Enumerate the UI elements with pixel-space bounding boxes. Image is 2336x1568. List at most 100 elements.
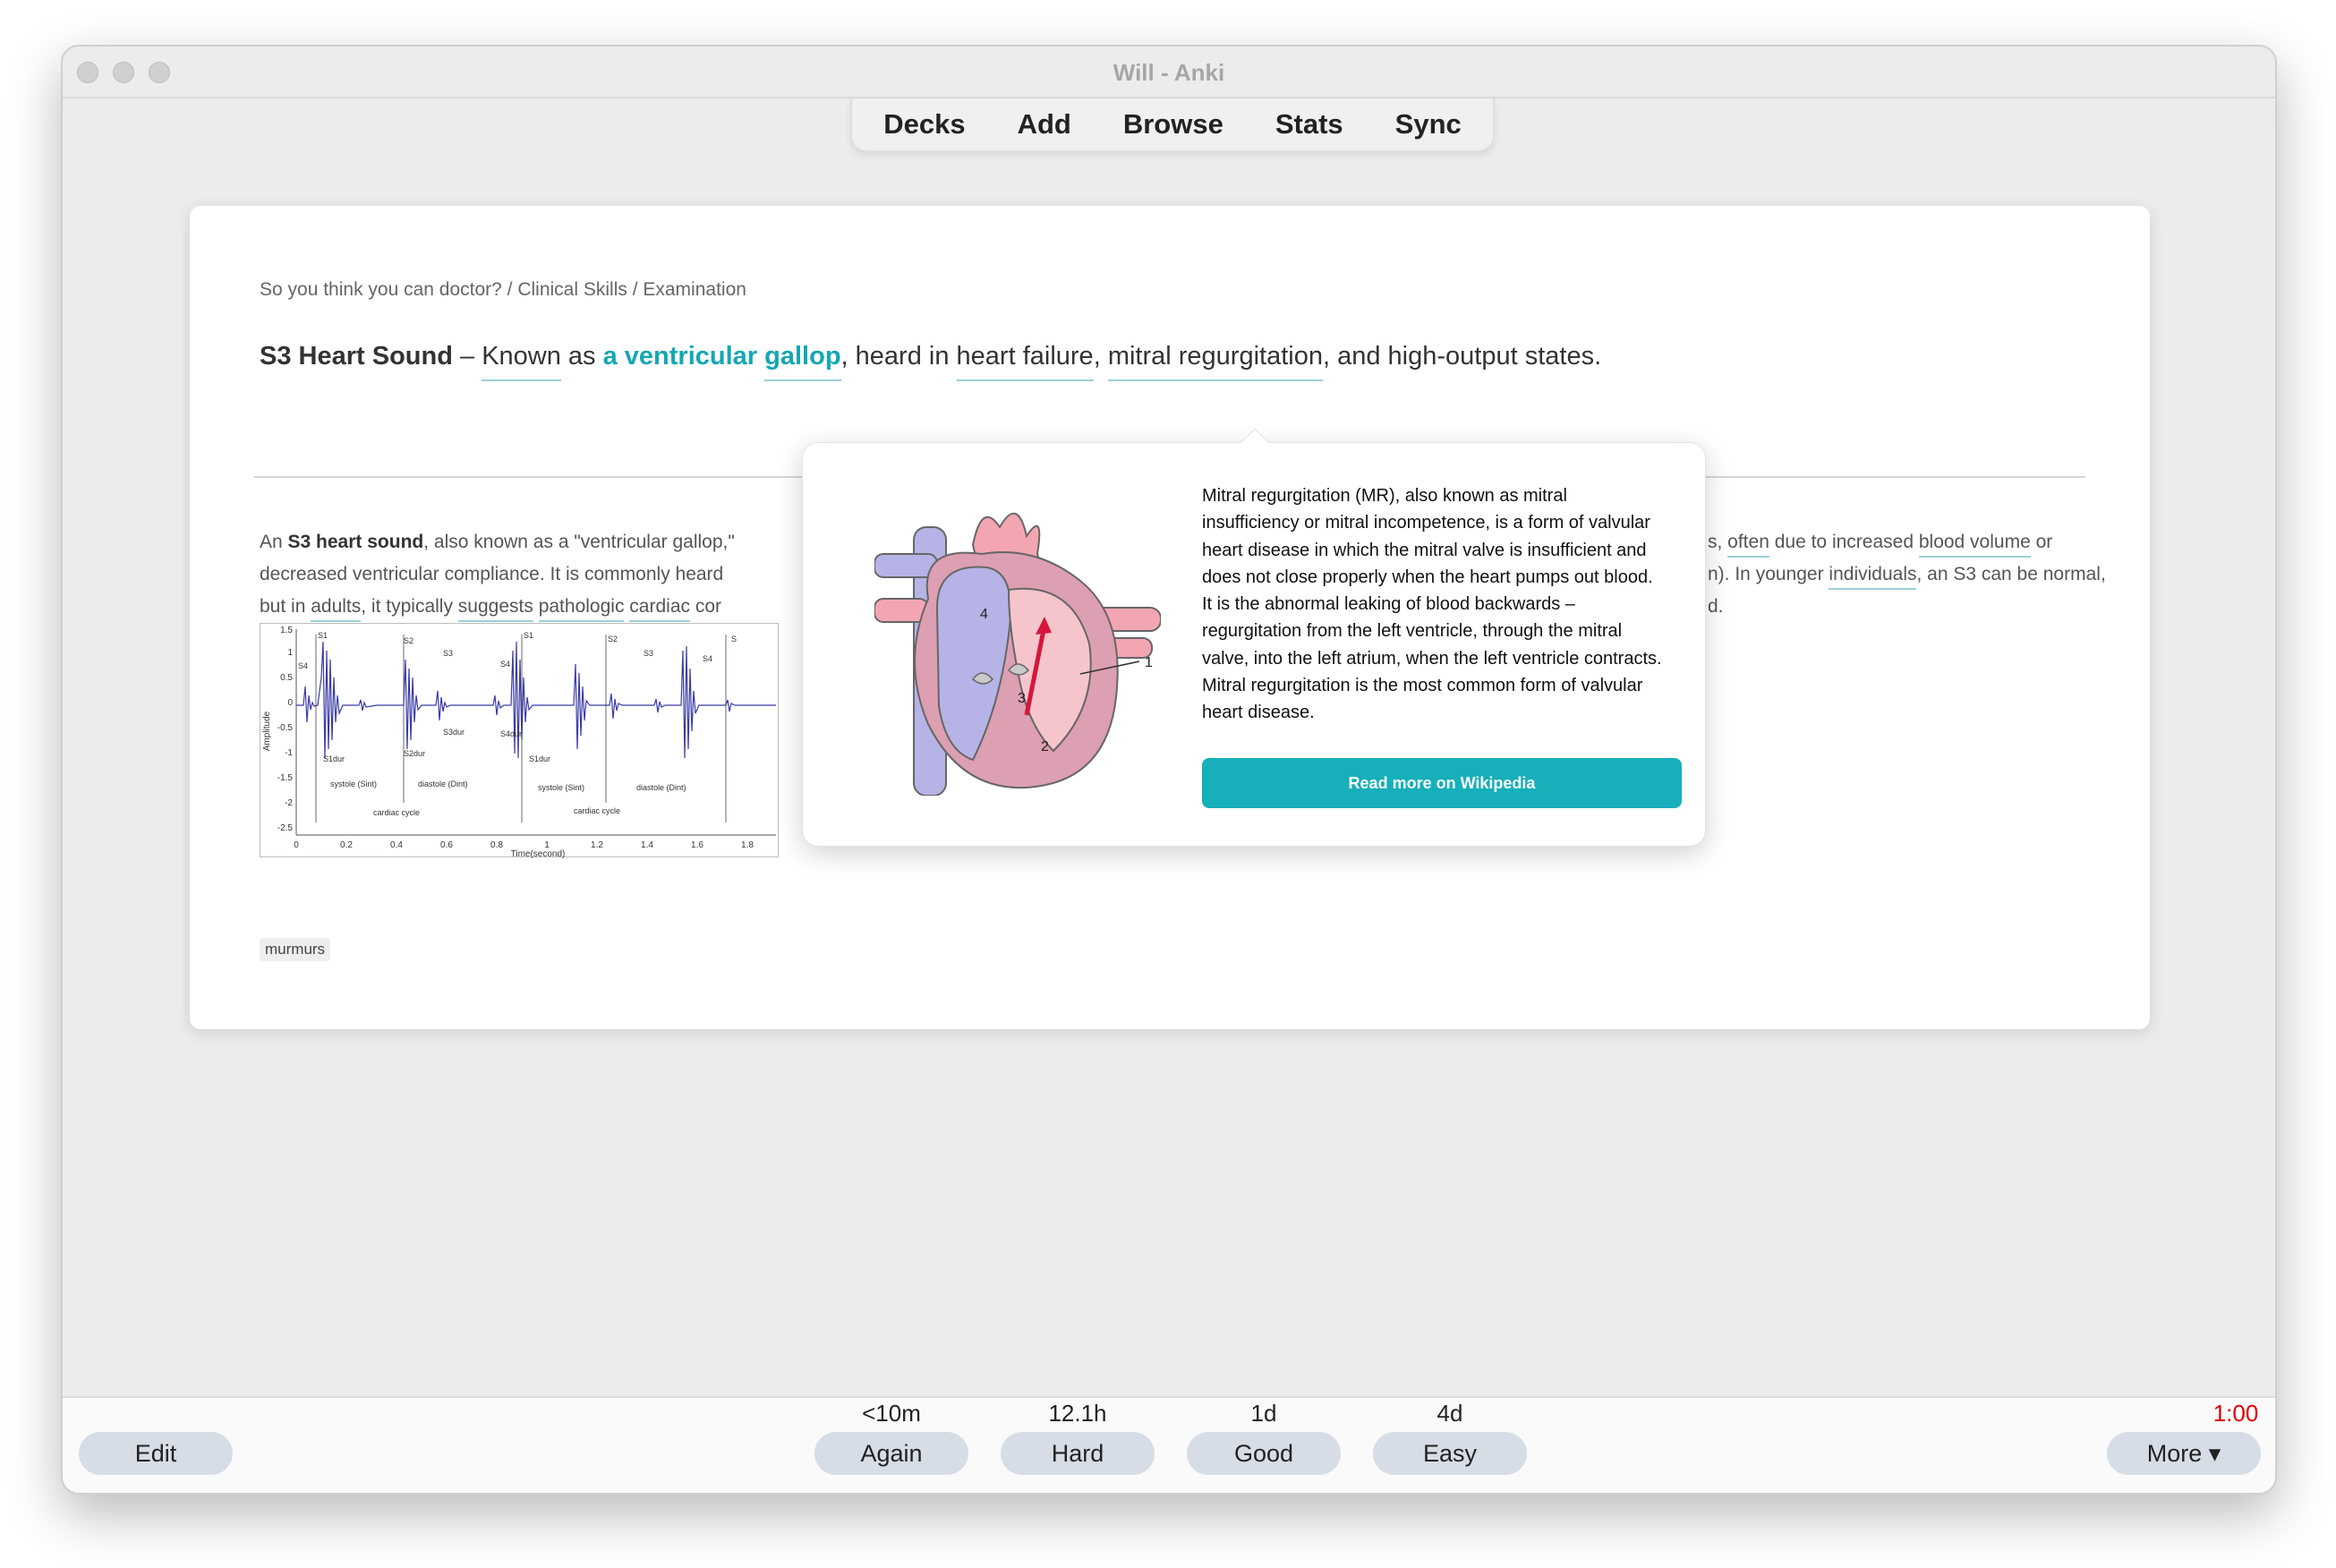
front-text: , and high-output states. [1322, 342, 1602, 371]
toolbar-browse[interactable]: Browse [1123, 108, 1223, 141]
x-tick: 0.6 [440, 840, 453, 850]
window-title: Will - Anki [1113, 59, 1225, 86]
easy-button[interactable]: Easy [1373, 1432, 1527, 1475]
highlight-ventricular: a ventricular [602, 342, 758, 371]
back-text: but in [260, 596, 311, 617]
link-pathologic[interactable]: pathologic [538, 596, 625, 622]
annot-label: S2dur [404, 749, 425, 758]
annot-label: diastole (Dint) [636, 783, 686, 792]
link-suggests[interactable]: suggests [457, 596, 533, 622]
link-heart-failure[interactable]: heart failure [956, 342, 1094, 381]
back-text: s, [1708, 532, 1728, 552]
diagram-label: 3 [1018, 691, 1026, 706]
anki-window: Will - Anki Decks Add Browse Stats Sync … [61, 45, 2277, 1495]
back-text: , an S3 can be normal, [1916, 564, 2106, 584]
back-text: due to increased [1769, 532, 1919, 552]
again-button[interactable]: Again [814, 1432, 968, 1475]
heart-diagram: 1 2 3 4 [874, 491, 1162, 797]
diagram-label: 2 [1041, 739, 1049, 754]
back-text: , it typically [361, 596, 458, 617]
back-paragraph-right: s, often due to increased blood volume o… [1708, 526, 2106, 623]
back-text: decreased ventricular compliance. It is … [260, 564, 724, 584]
annot-label: S4 [500, 660, 510, 669]
link-known[interactable]: Known [482, 342, 561, 381]
x-tick: 1.2 [591, 840, 603, 850]
toolbar-add[interactable]: Add [1018, 108, 1071, 141]
diagram-label: 1 [1145, 655, 1153, 670]
x-tick: 1.4 [641, 840, 653, 850]
hard-button[interactable]: Hard [1001, 1432, 1155, 1475]
annot-label: S4 [298, 661, 308, 670]
x-tick: 0 [294, 840, 299, 850]
y-tick: 1 [287, 648, 293, 658]
link-individuals[interactable]: individuals [1829, 564, 1917, 590]
annot-label: S1 [318, 631, 328, 640]
x-tick: 1.8 [741, 840, 754, 850]
annot-label: S1dur [323, 754, 345, 763]
back-text: , also known as a "ventricular gallop," [423, 532, 735, 552]
good-button[interactable]: Good [1187, 1432, 1341, 1475]
annot-label: systole (Sint) [330, 780, 377, 788]
y-tick: -2.5 [277, 823, 294, 833]
y-tick: -0.5 [277, 723, 294, 733]
main-toolbar: Decks Add Browse Stats Sync [850, 98, 1495, 152]
back-text: or [2030, 532, 2053, 552]
annot-label: S3 [644, 649, 653, 658]
back-text: n). In younger [1708, 564, 1829, 584]
review-bottom-bar: Edit <10m Again 12.1h Hard 1d Good 4d Ea… [63, 1396, 2275, 1493]
toolbar-stats[interactable]: Stats [1275, 108, 1343, 141]
review-timer: 1:00 [2212, 1400, 2259, 1427]
annot-label: S2 [608, 635, 618, 643]
again-due: <10m [862, 1400, 921, 1427]
y-tick: 0.5 [280, 673, 293, 683]
annot-label: S2 [404, 636, 413, 645]
annot-label: S4 [703, 654, 712, 663]
annot-label: S1dur [529, 754, 550, 763]
easy-due: 4d [1437, 1400, 1463, 1427]
back-text: An [260, 532, 288, 552]
annot-label: S4dur [500, 729, 522, 738]
title-bar: Will - Anki [63, 47, 2275, 98]
x-axis-label: Time(second) [511, 849, 566, 858]
link-cardiac[interactable]: cardiac [629, 596, 690, 622]
front-text: , heard in [840, 342, 957, 371]
y-tick: -1.5 [277, 773, 294, 783]
edit-button[interactable]: Edit [79, 1432, 233, 1475]
annot-label: cardiac cycle [574, 806, 620, 815]
good-due: 1d [1250, 1400, 1277, 1427]
read-more-wikipedia-button[interactable]: Read more on Wikipedia [1202, 758, 1682, 808]
annot-label: diastole (Dint) [418, 780, 468, 788]
front-text: , [1093, 342, 1108, 371]
y-axis-label: Amplitude [262, 711, 272, 751]
link-adults[interactable]: adults [311, 596, 362, 622]
annot-label: S1 [524, 631, 533, 640]
back-text: cor [690, 596, 722, 617]
front-text: – [452, 342, 482, 371]
front-text: as [560, 342, 603, 371]
link-mitral-regurgitation[interactable]: mitral regurgitation [1107, 342, 1323, 381]
y-tick: -1 [285, 748, 293, 758]
back-term: S3 heart sound [287, 532, 424, 552]
card-tag[interactable]: murmurs [260, 938, 331, 961]
x-tick: 1.6 [691, 840, 703, 850]
breadcrumb: So you think you can doctor? / Clinical … [260, 279, 746, 300]
annot-label: S3dur [443, 728, 465, 737]
toolbar-decks[interactable]: Decks [883, 108, 965, 141]
annot-label: S [731, 635, 737, 643]
annot-label: systole (Sint) [538, 783, 584, 792]
y-tick-labels: 1.5 1 0.5 0 -0.5 -1 -1.5 -2 -2.5 [277, 626, 294, 833]
heart-sound-waveform-figure: 1.5 1 0.5 0 -0.5 -1 -1.5 -2 -2.5 0 0.2 0… [260, 623, 779, 859]
x-tick: 0.2 [340, 840, 353, 850]
link-often[interactable]: often [1727, 532, 1769, 558]
more-button[interactable]: More ▾ [2107, 1432, 2261, 1475]
card-term: S3 Heart Sound [260, 342, 453, 371]
toolbar-sync[interactable]: Sync [1395, 108, 1462, 141]
diagram-label: 4 [980, 607, 988, 622]
link-blood-volume[interactable]: blood volume [1918, 532, 2031, 558]
popup-summary: Mitral regurgitation (MR), also known as… [1202, 486, 1662, 723]
y-tick: 1.5 [280, 626, 293, 635]
hard-due: 12.1h [1048, 1400, 1107, 1427]
y-tick: -2 [285, 798, 293, 808]
wiki-popup: 1 2 3 4 Mitral regurgitation (MR), also … [802, 428, 1706, 847]
link-gallop[interactable]: gallop [764, 342, 841, 381]
